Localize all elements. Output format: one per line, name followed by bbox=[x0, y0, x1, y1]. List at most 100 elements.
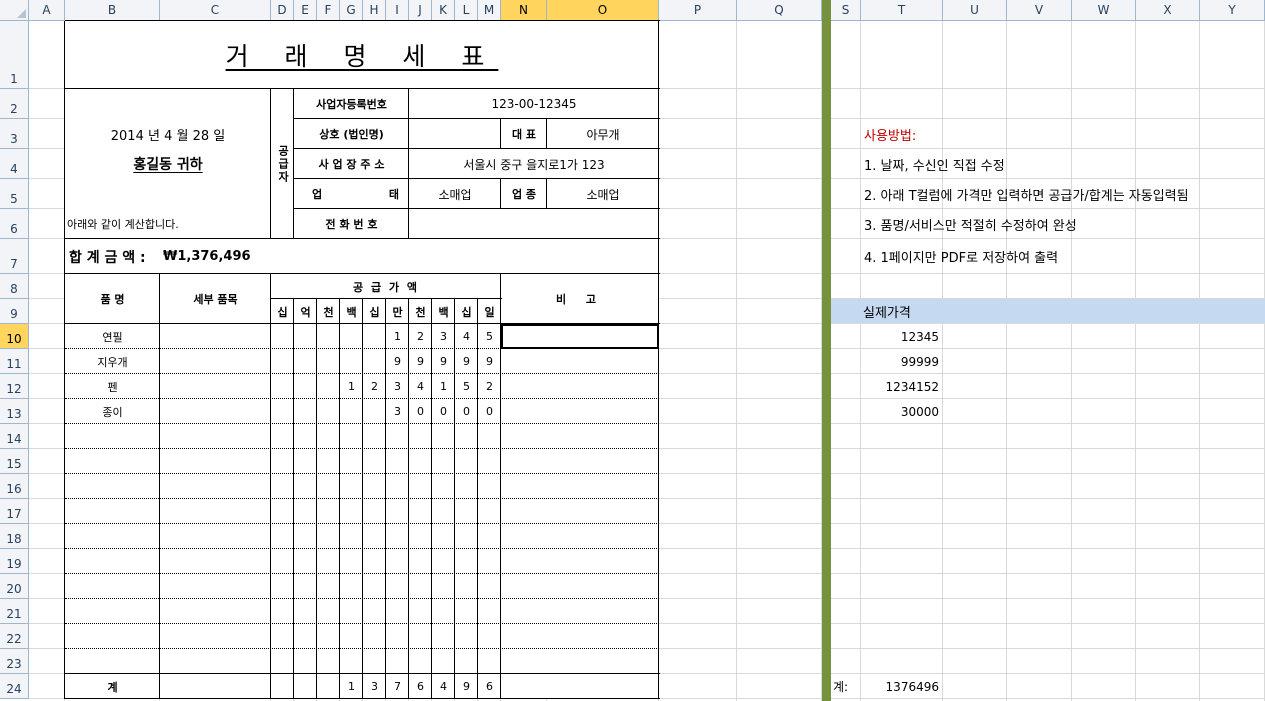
label-registration-number: 사업자등록번호 bbox=[316, 98, 387, 111]
row-header-5[interactable]: 5 bbox=[0, 179, 29, 209]
sum-digit: 6 bbox=[417, 680, 424, 693]
column-header-M[interactable]: M bbox=[478, 0, 501, 21]
amount-digit bbox=[271, 324, 294, 349]
row-header-4[interactable]: 4 bbox=[0, 149, 29, 179]
amount-digit bbox=[363, 399, 386, 424]
item-name[interactable]: 지우개 bbox=[65, 349, 160, 374]
amount-digit: 9 bbox=[417, 355, 424, 368]
row-header-3[interactable]: 3 bbox=[0, 119, 29, 149]
column-header-W[interactable]: W bbox=[1072, 0, 1136, 21]
column-header-T[interactable]: T bbox=[861, 0, 943, 21]
recipient-name[interactable]: 홍길동 귀하 bbox=[65, 149, 271, 179]
row-header-20[interactable]: 20 bbox=[0, 574, 29, 599]
row-header-11[interactable]: 11 bbox=[0, 349, 29, 374]
frozen-column-bar bbox=[822, 0, 831, 701]
total-amount-value[interactable]: ₩1,376,496 bbox=[160, 239, 659, 274]
row-header-2[interactable]: 2 bbox=[0, 89, 29, 119]
row-header-10[interactable]: 10 bbox=[0, 324, 29, 349]
registration-number-value[interactable]: 123-00-12345 bbox=[409, 89, 659, 119]
row-header-21[interactable]: 21 bbox=[0, 599, 29, 624]
column-header-L[interactable]: L bbox=[455, 0, 478, 21]
select-all-corner[interactable] bbox=[0, 0, 29, 21]
column-header-I[interactable]: I bbox=[386, 0, 409, 21]
digit-header: 천 bbox=[323, 305, 334, 319]
row-header-22[interactable]: 22 bbox=[0, 624, 29, 649]
dotted-line bbox=[65, 598, 659, 599]
amount-digit bbox=[317, 374, 340, 399]
amount-digit bbox=[317, 324, 340, 349]
invoice-title: 거 래 명 세 표 bbox=[225, 42, 499, 71]
column-header-C[interactable]: C bbox=[160, 0, 271, 21]
company-value[interactable] bbox=[409, 119, 501, 149]
dotted-line bbox=[65, 523, 659, 524]
price-value[interactable]: 12345 bbox=[861, 324, 943, 349]
price-value[interactable]: 99999 bbox=[861, 349, 943, 374]
row-header-16[interactable]: 16 bbox=[0, 474, 29, 499]
digit-header: 십 bbox=[369, 305, 380, 319]
column-header-J[interactable]: J bbox=[409, 0, 432, 21]
row-header-18[interactable]: 18 bbox=[0, 524, 29, 549]
column-header-V[interactable]: V bbox=[1007, 0, 1072, 21]
invoice-date[interactable]: 2014 년 4 월 28 일 bbox=[65, 119, 271, 149]
representative-value[interactable]: 아무개 bbox=[547, 119, 659, 149]
row-header-23[interactable]: 23 bbox=[0, 649, 29, 674]
sum-digit: 3 bbox=[371, 680, 378, 693]
price-total-value[interactable]: 1376496 bbox=[861, 674, 943, 699]
usage-title: 사용방법: bbox=[864, 128, 917, 144]
amount-digit bbox=[294, 374, 317, 399]
amount-digit: 2 bbox=[371, 380, 378, 393]
row-header-19[interactable]: 19 bbox=[0, 549, 29, 574]
sum-digit: 9 bbox=[463, 680, 470, 693]
row-header-17[interactable]: 17 bbox=[0, 499, 29, 524]
row-header-13[interactable]: 13 bbox=[0, 399, 29, 424]
row-header-6[interactable]: 6 bbox=[0, 209, 29, 239]
column-header-A[interactable]: A bbox=[29, 0, 65, 21]
digit-header: 십 bbox=[461, 305, 472, 319]
column-header-O[interactable]: O bbox=[547, 0, 659, 21]
address-value[interactable]: 서울시 중구 을지로1가 123 bbox=[409, 149, 659, 179]
amount-digit: 1 bbox=[394, 330, 401, 343]
amount-digit: 0 bbox=[440, 405, 447, 418]
row-header-15[interactable]: 15 bbox=[0, 449, 29, 474]
column-header-Y[interactable]: Y bbox=[1200, 0, 1265, 21]
price-value[interactable]: 30000 bbox=[861, 399, 943, 424]
row-header-8[interactable]: 8 bbox=[0, 274, 29, 299]
item-name[interactable]: 종이 bbox=[65, 399, 160, 424]
column-header-X[interactable]: X bbox=[1136, 0, 1200, 21]
column-header-H[interactable]: H bbox=[363, 0, 386, 21]
sum-digit bbox=[271, 674, 294, 699]
row-header-12[interactable]: 12 bbox=[0, 374, 29, 399]
column-header-G[interactable]: G bbox=[340, 0, 363, 21]
item-name[interactable]: 펜 bbox=[65, 374, 160, 399]
border-line bbox=[454, 299, 455, 699]
row-header-7[interactable]: 7 bbox=[0, 239, 29, 274]
column-header-F[interactable]: F bbox=[317, 0, 340, 21]
column-header-E[interactable]: E bbox=[294, 0, 317, 21]
column-header-Q[interactable]: Q bbox=[737, 0, 822, 21]
dotted-line bbox=[65, 473, 659, 474]
row-header-1[interactable]: 1 bbox=[0, 21, 29, 89]
label-business-type-left: 업 bbox=[311, 188, 323, 201]
column-header-U[interactable]: U bbox=[943, 0, 1007, 21]
phone-value[interactable] bbox=[409, 209, 659, 239]
row-header-9[interactable]: 9 bbox=[0, 299, 29, 324]
price-value[interactable]: 1234152 bbox=[861, 374, 943, 399]
row-header-14[interactable]: 14 bbox=[0, 424, 29, 449]
label-business-type-right: 태 bbox=[388, 188, 399, 201]
column-header-K[interactable]: K bbox=[432, 0, 455, 21]
column-header-P[interactable]: P bbox=[659, 0, 737, 21]
sum-digit bbox=[294, 674, 317, 699]
column-header-N[interactable]: N bbox=[501, 0, 547, 21]
sum-digit bbox=[317, 674, 340, 699]
column-header-B[interactable]: B bbox=[65, 0, 160, 21]
column-header-D[interactable]: D bbox=[271, 0, 294, 21]
business-type-value[interactable]: 소매업 bbox=[409, 179, 501, 209]
amount-digit: 9 bbox=[394, 355, 401, 368]
amount-digit bbox=[317, 399, 340, 424]
business-item-value[interactable]: 소매업 bbox=[547, 179, 659, 209]
column-header-S[interactable]: S bbox=[831, 0, 861, 21]
selected-remark-cell[interactable] bbox=[501, 324, 659, 349]
row-header-24[interactable]: 24 bbox=[0, 674, 29, 699]
label-company: 상호 (법인명) bbox=[319, 128, 384, 141]
item-name[interactable]: 연필 bbox=[65, 324, 160, 349]
